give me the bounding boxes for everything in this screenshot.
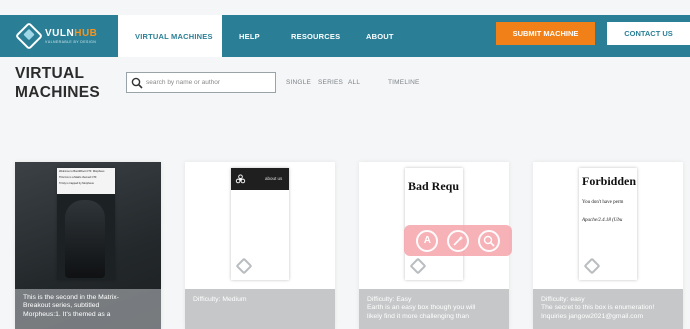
vm-card-2[interactable]: about us Difficulty: Medium xyxy=(185,162,335,329)
nav-virtual-machines[interactable]: VIRTUAL MACHINES xyxy=(135,15,213,57)
biohazard-icon xyxy=(235,174,246,184)
lens-search-icon[interactable] xyxy=(477,229,500,252)
filter-single[interactable]: SINGLE xyxy=(286,79,311,86)
submit-machine-button[interactable]: SUBMIT MACHINE xyxy=(496,22,595,45)
card-difficulty: Difficulty: Medium xyxy=(193,296,247,303)
nav-about[interactable]: ABOUT xyxy=(366,15,394,57)
character-image xyxy=(65,200,105,278)
search-input[interactable] xyxy=(146,79,275,86)
nav-resources[interactable]: RESOURCES xyxy=(291,15,340,57)
vm-card-jangow[interactable]: Forbidden You don't have perm Apache/2.4… xyxy=(533,162,683,329)
filter-timeline[interactable]: TIMELINE xyxy=(388,79,420,86)
logo-tagline: VULNERABLE BY DESIGN xyxy=(45,39,97,44)
logo-name-part1: VULN xyxy=(45,27,75,39)
filter-all[interactable]: ALL xyxy=(348,79,360,86)
card-description-line: likely find it more challenging than xyxy=(367,312,470,320)
magic-wand-icon[interactable] xyxy=(446,229,469,252)
card-description-line: The secret to this box is enumeration! xyxy=(541,304,655,312)
image-tool-overlay: A xyxy=(404,225,512,256)
card-description-line: Morpheus:1. It's themed as a xyxy=(23,310,111,318)
card-description-line: This is the second in the Matrix- xyxy=(23,294,119,301)
vm-screenshot: Welcome to Boot2Root CTF: Morpheus This … xyxy=(57,168,115,280)
nav-help[interactable]: HELP xyxy=(239,15,260,57)
card-difficulty: Difficulty: Easy xyxy=(367,296,412,303)
contact-us-button[interactable]: CONTACT US xyxy=(607,22,690,45)
vulnhub-logo[interactable]: VULNHUB VULNERABLE BY DESIGN xyxy=(14,21,118,50)
logo-name-part2: HUB xyxy=(74,27,98,39)
text-recognition-icon[interactable]: A xyxy=(416,229,439,252)
vulnhub-logo-icon xyxy=(14,21,44,50)
card-description-line: Breakout series, subtitled xyxy=(23,302,100,310)
card-description-line: Earth is an easy box though you will xyxy=(367,304,476,312)
search-icon xyxy=(131,77,143,89)
page-title: VIRTUAL MACHINES xyxy=(15,65,101,101)
filter-series[interactable]: SERIES xyxy=(318,79,343,86)
card-difficulty: Difficulty: easy xyxy=(541,296,585,303)
vm-card-morpheus[interactable]: Welcome to Boot2Root CTF: Morpheus This … xyxy=(15,162,161,329)
search-box[interactable] xyxy=(126,72,276,93)
card-description-line: Inquiries jangow2021@gmail.com xyxy=(541,312,644,320)
